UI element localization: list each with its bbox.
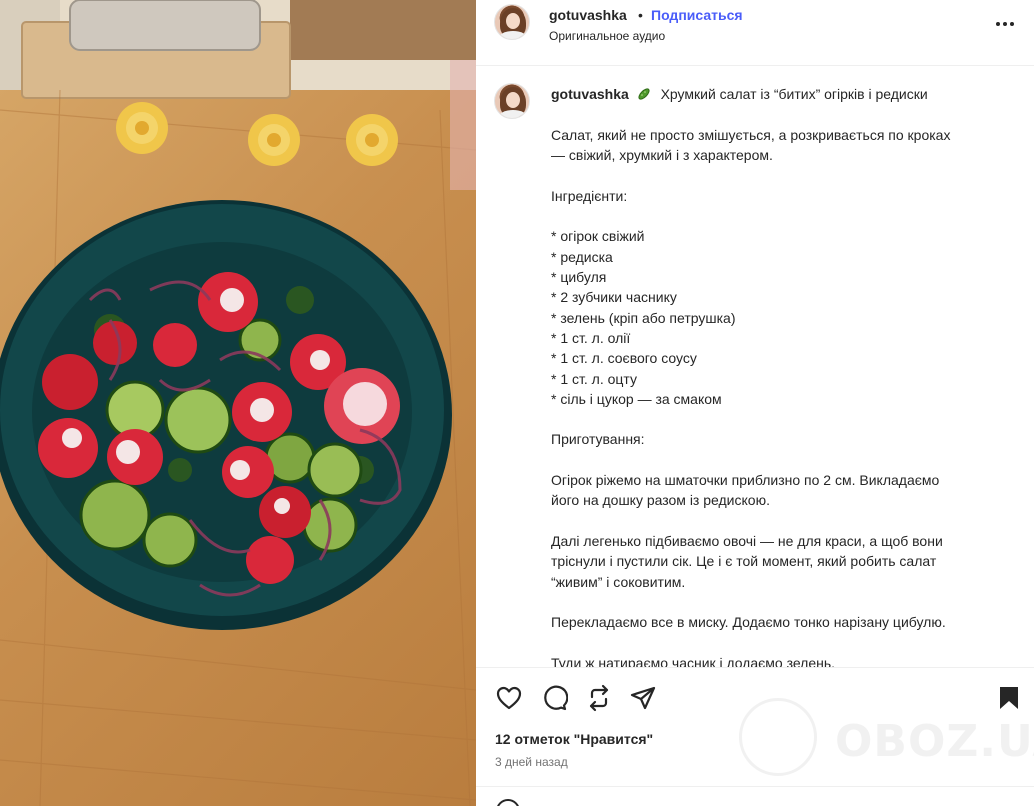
- post-media[interactable]: [0, 0, 476, 806]
- caption-title: Хрумкий салат із “битих” огірків і редис…: [660, 86, 928, 102]
- oboz-watermark: OBOZ.UA: [739, 698, 1034, 778]
- likes-count[interactable]: 12 отметок "Нравится": [495, 731, 653, 747]
- caption-line: [551, 632, 991, 652]
- caption-line: Огірок ріжемо на шматочки приблизно по 2…: [551, 472, 940, 489]
- caption-line: [551, 166, 991, 186]
- caption-area[interactable]: gotuvashka Хрумкий салат із “битих” огір…: [476, 67, 1034, 667]
- actions-section: 12 отметок "Нравится" 3 дней назад OBOZ.…: [476, 667, 1034, 806]
- globe-logo-icon: [739, 698, 817, 776]
- post-timestamp[interactable]: 3 дней назад: [495, 755, 568, 769]
- audio-link[interactable]: Оригинальное аудио: [549, 29, 665, 43]
- bookmark-icon[interactable]: [995, 684, 1023, 712]
- post-panel: gotuvashka • Подписаться Оригинальное ау…: [476, 0, 1034, 806]
- caption-line: * зелень (кріп або петрушка): [551, 309, 736, 326]
- caption-line: Інгредієнти:: [551, 187, 628, 204]
- caption-line: — свіжий, хрумкий і з характером.: [551, 147, 773, 164]
- caption-line: Салат, який не просто змішується, а розк…: [551, 127, 951, 143]
- caption-author-avatar[interactable]: [494, 83, 530, 119]
- watermark-text: OBOZ.UA: [835, 716, 1034, 767]
- caption-line: * сіль і цукор — за смаком: [551, 390, 722, 407]
- caption-line: * редиска: [551, 248, 613, 265]
- caption-line: * 1 ст. л. оцту: [551, 370, 637, 387]
- share-icon[interactable]: [629, 684, 657, 712]
- caption-line: * 2 зубчики часнику: [551, 289, 677, 306]
- caption-line: [551, 592, 991, 612]
- flower-candles: [116, 102, 398, 166]
- cucumber-icon: [637, 87, 651, 101]
- comment-icon[interactable]: [540, 684, 569, 712]
- caption-text: Салат, який не просто змішується, а розк…: [551, 125, 991, 667]
- caption-line: “живим” і соковитим.: [551, 573, 686, 590]
- caption-line: Далі легенько підбиваємо овочі — не для …: [551, 532, 943, 549]
- caption-line: його на дошку разом із редискою.: [551, 492, 770, 509]
- caption-line: Туди ж натираємо часник і додаємо зелень…: [551, 654, 836, 667]
- caption-line: * 1 ст. л. олії: [551, 329, 631, 346]
- repost-icon[interactable]: [585, 684, 613, 712]
- caption-line: тріснули і пустили сік. Це і є той момен…: [551, 553, 937, 570]
- more-horizontal-icon[interactable]: [993, 12, 1017, 36]
- caption-heading: gotuvashka Хрумкий салат із “битих” огір…: [551, 86, 928, 102]
- caption-line: [551, 511, 991, 531]
- header-separator: •: [638, 7, 643, 23]
- caption-line: [551, 409, 991, 429]
- caption-line: * 1 ст. л. соєвого соусу: [551, 350, 697, 367]
- author-avatar[interactable]: [494, 4, 530, 40]
- author-username[interactable]: gotuvashka: [549, 7, 627, 23]
- divider: [476, 786, 1034, 787]
- caption-line: Перекладаємо все в миску. Додаємо тонко …: [551, 614, 946, 631]
- salad-photo: [0, 0, 476, 806]
- follow-button[interactable]: Подписаться: [651, 7, 743, 23]
- caption-line: * цибуля: [551, 269, 607, 286]
- caption-line: * огірок свіжий: [551, 228, 645, 245]
- heart-icon[interactable]: [495, 684, 523, 712]
- caption-line: [551, 450, 991, 470]
- caption-line: [551, 206, 991, 226]
- caption-username[interactable]: gotuvashka: [551, 86, 629, 102]
- caption-line: Приготування:: [551, 431, 645, 448]
- emoji-icon[interactable]: [496, 799, 520, 806]
- post-header: gotuvashka • Подписаться Оригинальное ау…: [476, 0, 1034, 66]
